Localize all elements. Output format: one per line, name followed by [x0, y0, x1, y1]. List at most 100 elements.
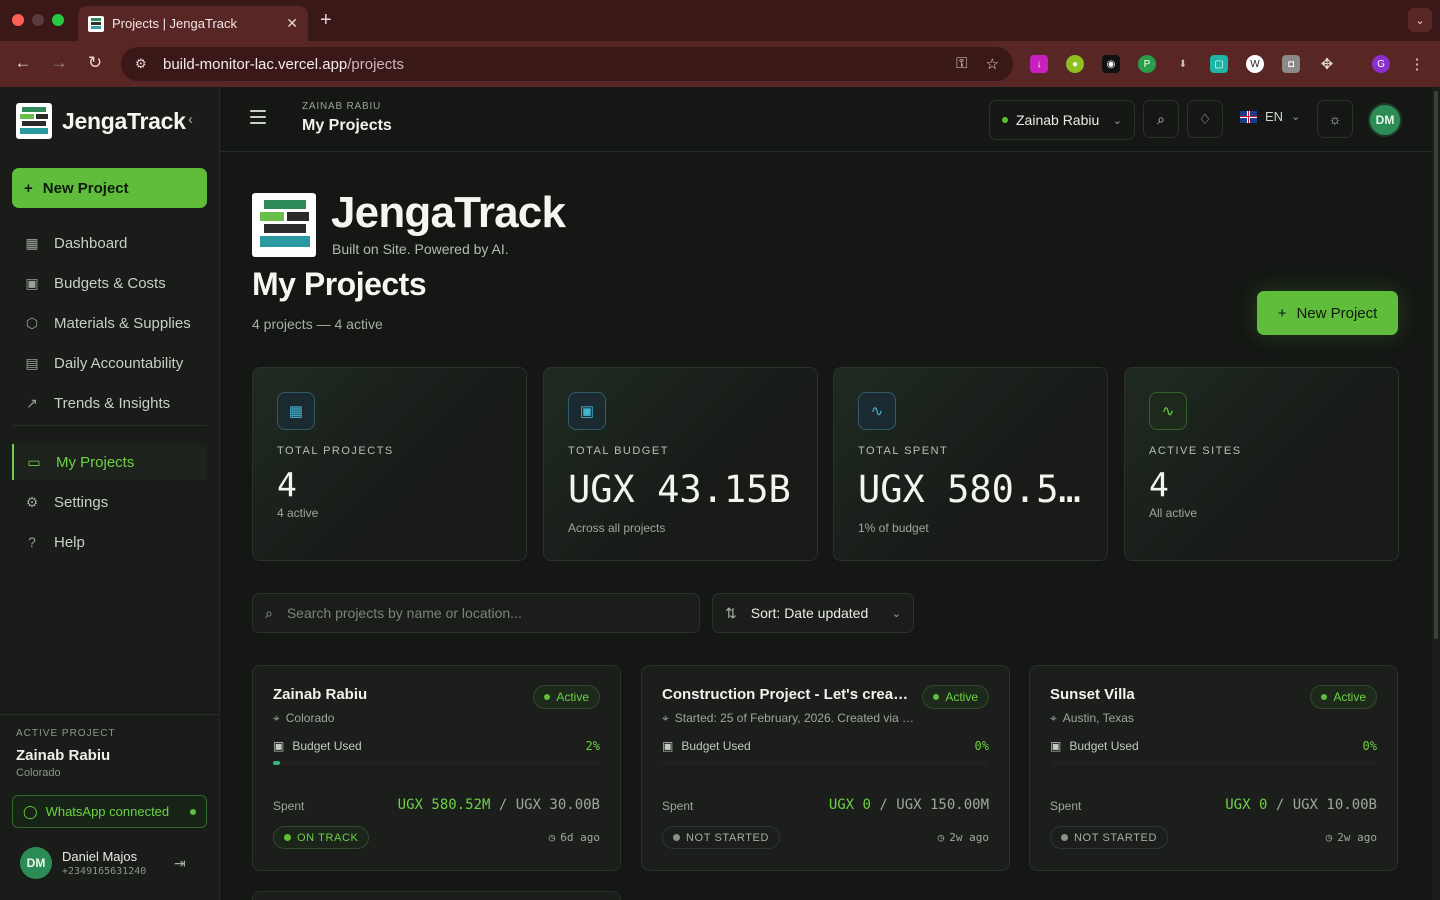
bell-icon: ♢ [1198, 110, 1212, 127]
page-scrollbar[interactable] [1432, 87, 1440, 900]
extension-square-icon[interactable]: ▢ [1210, 55, 1228, 73]
status-badge: Active [1310, 685, 1377, 709]
new-project-label: New Project [1296, 304, 1378, 322]
extension-screenshot-icon[interactable]: ◘ [1282, 55, 1300, 73]
sidebar-item-help[interactable]: ? Help [12, 524, 207, 560]
browser-tab-bar: Projects | JengaTrack ✕ + ⌄ [0, 0, 1440, 41]
project-selector[interactable]: Zainab Rabiu ⌄ [989, 100, 1135, 140]
project-card[interactable]: Construction Project - Let's create a ne… [641, 665, 1010, 871]
status-label: NOT STARTED [1074, 831, 1157, 844]
menu-icon[interactable] [250, 110, 266, 124]
sidebar-item-label: Materials & Supplies [54, 314, 191, 332]
extension-download-icon[interactable]: ↓ [1030, 55, 1048, 73]
stat-sub: Across all projects [568, 521, 666, 535]
project-card[interactable]: Zainab Rabiu Active ⌖ Colorado ▣ Budget Us… [252, 665, 621, 871]
sidebar-item-settings[interactable]: ⚙ Settings [12, 484, 207, 520]
whatsapp-status[interactable]: ◯ WhatsApp connected [12, 795, 207, 828]
window-zoom-button[interactable] [52, 14, 64, 26]
reload-icon[interactable]: ↻ [84, 53, 106, 73]
sidebar-item-budgets[interactable]: ▣ Budgets & Costs [12, 265, 207, 301]
search-icon: ⌕ [265, 604, 273, 621]
notifications-button[interactable]: ♢ [1187, 100, 1223, 138]
budget-percent: 2% [585, 739, 600, 753]
spent-separator: / [879, 797, 888, 813]
sidebar-item-label: Dashboard [54, 234, 128, 252]
extension-p-icon[interactable]: P [1138, 55, 1156, 73]
extension-bulb-icon[interactable]: ● [1066, 55, 1084, 73]
box-icon: ⬡ [25, 314, 39, 331]
location-text: Colorado [285, 711, 335, 725]
ago-text: 2w ago [949, 831, 989, 844]
status-label: ON TRACK [297, 831, 359, 844]
extension-camera-icon[interactable]: ◉ [1102, 55, 1120, 73]
language-code: EN [1265, 109, 1284, 124]
clock-icon: ◷ [937, 831, 945, 844]
search-placeholder: Search projects by name or location... [286, 605, 522, 621]
password-key-icon[interactable]: ⚿ [956, 55, 967, 73]
spent-label: Spent [1050, 799, 1082, 813]
tab-search-icon[interactable]: ⌄ [1408, 8, 1432, 32]
sidebar-item-dashboard[interactable]: ▦ Dashboard [12, 225, 207, 261]
uk-flag-icon [1240, 110, 1257, 123]
extension-w-icon[interactable]: W [1246, 55, 1264, 73]
plus-icon: + [1277, 304, 1287, 322]
project-search-input[interactable]: ⌕ Search projects by name or location... [252, 593, 700, 633]
project-card[interactable] [252, 891, 621, 900]
budget-used-label: ▣ Budget Used [1050, 739, 1139, 753]
stat-label: TOTAL BUDGET [568, 445, 669, 457]
progress-status-badge: ON TRACK [273, 826, 370, 849]
stat-value: UGX 43.15B [568, 468, 791, 511]
updated-ago: ◷ 2w ago [938, 831, 989, 844]
calendar-icon: ▤ [25, 354, 39, 371]
header-title: My Projects [302, 117, 392, 134]
browser-menu-icon[interactable]: ⋮ [1408, 55, 1426, 73]
sidebar-item-trends[interactable]: ↗ Trends & Insights [12, 385, 207, 421]
stat-card-total-projects: ▦ TOTAL PROJECTS 4 4 active [252, 367, 527, 561]
breadcrumb: ZAINAB RABIU [302, 101, 382, 112]
sort-arrows-icon: ⇅ [725, 604, 737, 621]
sort-label: Sort: Date updated [750, 605, 869, 621]
site-info-icon[interactable]: ⚙ [135, 56, 153, 72]
gear-icon: ⚙ [25, 493, 39, 510]
bookmark-star-icon[interactable]: ☆ [986, 55, 999, 73]
sidebar-footer-divider [0, 714, 219, 715]
location-text: Austin, Texas [1062, 711, 1134, 725]
sidebar-item-materials[interactable]: ⬡ Materials & Supplies [12, 305, 207, 341]
sort-dropdown[interactable]: ⇅ Sort: Date updated ⌄ [712, 593, 914, 633]
project-card[interactable]: Sunset Villa Active ⌖ Austin, Texas ▣ Budg… [1029, 665, 1398, 871]
sidebar-item-daily-accountability[interactable]: ▤ Daily Accountability [12, 345, 207, 381]
stat-value: 4 [1149, 465, 1169, 504]
budget-label-text: Budget Used [1069, 739, 1139, 753]
profile-avatar[interactable]: G [1372, 55, 1390, 73]
language-selector[interactable]: EN ⌄ [1240, 109, 1300, 124]
theme-toggle-button[interactable]: ☼ [1317, 100, 1353, 138]
budget-amount: UGX 10.00B [1292, 797, 1377, 813]
whatsapp-label: WhatsApp connected [45, 804, 170, 819]
avatar[interactable]: DM [1368, 103, 1402, 137]
sidebar-item-my-projects[interactable]: ▭ My Projects [12, 444, 207, 480]
sidebar-item-label: Daily Accountability [54, 354, 184, 372]
avatar: DM [20, 847, 52, 879]
window-minimize-button[interactable] [32, 14, 44, 26]
sidebar-brand[interactable]: JengaTrack [16, 103, 186, 139]
user-profile[interactable]: DM Daniel Majos +2349165631240 [20, 847, 146, 879]
tab-close-icon[interactable]: ✕ [286, 15, 298, 32]
extension-arrow-icon[interactable]: ⬇ [1174, 55, 1192, 73]
wallet-icon: ▣ [568, 392, 606, 430]
window-close-button[interactable] [12, 14, 24, 26]
status-badge: Active [533, 685, 600, 709]
search-button[interactable]: ⌕ [1143, 100, 1179, 138]
chat-bubble-icon: ◯ [23, 803, 38, 819]
sidebar-new-project-button[interactable]: + New Project [12, 168, 207, 208]
extensions-puzzle-icon[interactable]: ✥ [1318, 55, 1336, 73]
new-project-button[interactable]: + New Project [1257, 291, 1398, 335]
logout-icon[interactable]: ⇥ [174, 855, 186, 872]
back-icon[interactable]: ← [12, 53, 34, 73]
collapse-sidebar-icon[interactable]: ‹ [188, 111, 193, 128]
address-bar[interactable]: ⚙ build-monitor-lac.vercel.app /projects… [121, 47, 1013, 81]
forward-icon[interactable]: → [48, 53, 70, 73]
browser-tab[interactable]: Projects | JengaTrack ✕ [78, 6, 308, 41]
sidebar-item-label: Trends & Insights [54, 394, 171, 412]
new-tab-icon[interactable]: + [320, 9, 332, 32]
chevron-down-icon: ⌄ [1112, 114, 1122, 127]
